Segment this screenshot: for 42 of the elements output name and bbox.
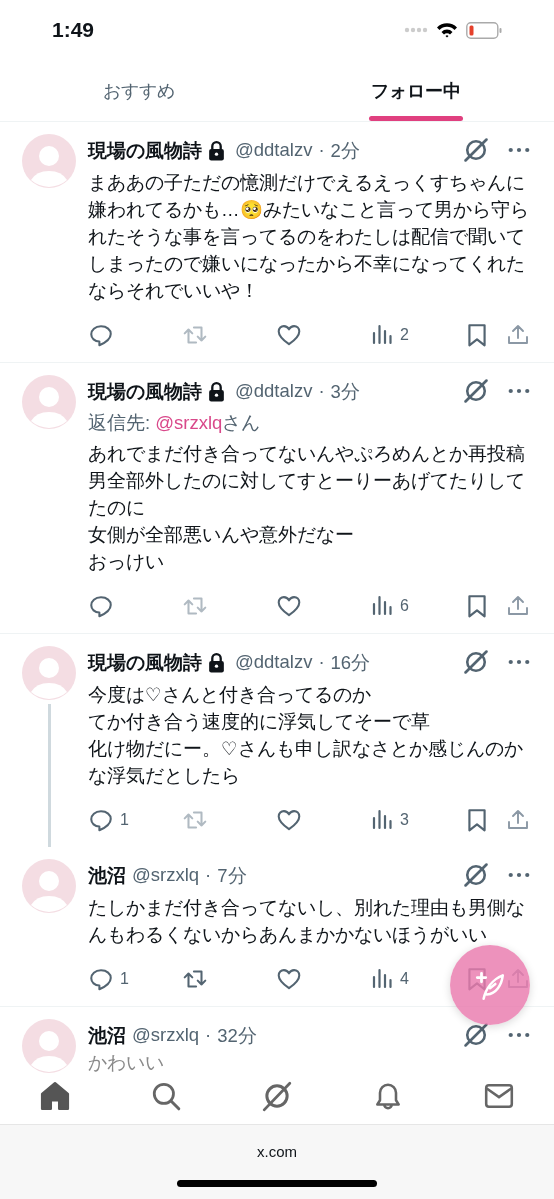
separator-dot: · <box>318 651 325 673</box>
author-name[interactable]: 現場の風物詩 <box>88 137 202 163</box>
feed-tab[interactable]: フォロー中 <box>277 60 554 121</box>
post-text: 今度は♡さんと付き合ってるのか <box>88 683 372 707</box>
post-text: たしかまだ付き合ってないし、別れた理由も男側なんもわるくないからあんまかかないほうがいい <box>88 896 526 947</box>
address-text[interactable]: x.com <box>257 1143 297 1160</box>
post-text: てか付き合う速度的に浮気してそーで草 <box>88 710 431 734</box>
mention-link[interactable]: @srzxlq <box>155 412 223 433</box>
post-text: 女側が全部悪いんや意外だなー <box>88 523 355 547</box>
author-name[interactable]: 現場の風物詩 <box>88 378 202 404</box>
author-handle[interactable]: @ddtalzv <box>235 651 313 673</box>
post-text: まああの子ただの憶測だけでえるえっくすちゃんに嫌われてるかも…🥺みたいなこと言って男から守られたそうな事を言ってるのをわたしは配信で聞いてしまったので嫌いになったから不幸になってくれたならそれでいいや！ <box>88 171 530 303</box>
reply-context: 返信先: @srzxlqさん <box>88 411 262 435</box>
post-time: 16分 <box>330 650 371 675</box>
status-time: 1:49 <box>52 18 95 42</box>
author-handle[interactable]: @srzxlq <box>132 864 200 886</box>
feed-tab[interactable]: おすすめ <box>0 60 277 121</box>
view-count: 4 <box>400 970 409 988</box>
author-handle[interactable]: @ddtalzv <box>235 139 313 161</box>
post-text: おっけい <box>88 550 165 574</box>
author-handle[interactable]: @srzxlq <box>132 1024 200 1046</box>
author-name[interactable]: 池沼 <box>88 862 126 888</box>
post-time: 3分 <box>330 379 360 404</box>
reply-count: 1 <box>120 811 129 829</box>
post-time: 32分 <box>217 1023 257 1048</box>
author-name[interactable]: 現場の風物詩 <box>88 649 202 675</box>
post-time: 7分 <box>217 863 247 888</box>
post-text: 化け物だにー。♡さんも申し訳なさとか感じんのかな浮気だとしたら <box>88 737 524 788</box>
author-handle[interactable]: @ddtalzv <box>235 380 313 402</box>
reply-count: 1 <box>120 970 129 988</box>
separator-dot: · <box>205 1024 212 1046</box>
post-text: あれでまだ付き合ってないんやぷろめんとか再投稿 <box>88 442 526 466</box>
post-time: 2分 <box>330 138 360 163</box>
separator-dot: · <box>318 380 325 402</box>
view-count: 6 <box>400 597 409 615</box>
separator-dot: · <box>318 139 325 161</box>
view-count: 3 <box>400 811 409 829</box>
post-text: 男全部外したのに対してすとーりーあげてたりしてたのに <box>88 469 526 520</box>
post-text: かわいい <box>88 1051 165 1075</box>
view-count: 2 <box>400 326 409 344</box>
author-name[interactable]: 池沼 <box>88 1022 126 1048</box>
separator-dot: · <box>205 864 212 886</box>
